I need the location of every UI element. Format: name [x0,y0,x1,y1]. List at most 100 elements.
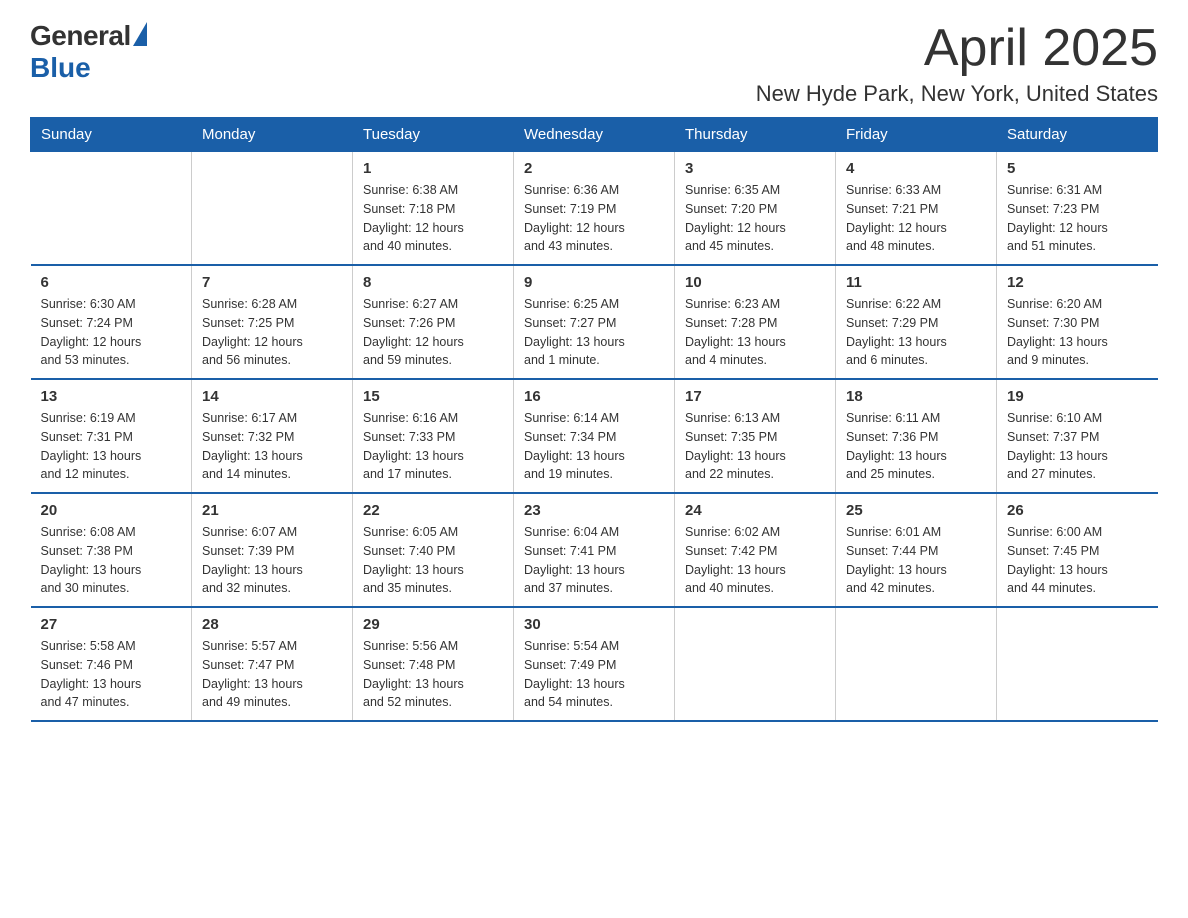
day-number: 28 [202,616,342,633]
day-info: Sunrise: 6:25 AMSunset: 7:27 PMDaylight:… [524,295,664,370]
day-info: Sunrise: 6:10 AMSunset: 7:37 PMDaylight:… [1007,409,1148,484]
weekday-header-saturday: Saturday [997,118,1158,152]
weekday-header-sunday: Sunday [31,118,192,152]
logo-triangle-icon [133,22,147,46]
day-number: 2 [524,160,664,177]
day-info: Sunrise: 6:00 AMSunset: 7:45 PMDaylight:… [1007,523,1148,598]
day-number: 17 [685,388,825,405]
page-header: General Blue April 2025 New Hyde Park, N… [30,20,1158,107]
calendar-cell: 8 Sunrise: 6:27 AMSunset: 7:26 PMDaylight… [353,265,514,379]
calendar-cell [836,607,997,721]
day-number: 23 [524,502,664,519]
day-info: Sunrise: 6:05 AMSunset: 7:40 PMDaylight:… [363,523,503,598]
weekday-header-monday: Monday [192,118,353,152]
calendar-cell: 10 Sunrise: 6:23 AMSunset: 7:28 PMDayligh… [675,265,836,379]
day-number: 14 [202,388,342,405]
calendar-cell: 15Sunrise: 6:16 AMSunset: 7:33 PMDayligh… [353,379,514,493]
logo-blue-text: Blue [30,52,91,84]
calendar-cell: 23 Sunrise: 6:04 AMSunset: 7:41 PMDayligh… [514,493,675,607]
calendar-cell: 30 Sunrise: 5:54 AMSunset: 7:49 PMDayligh… [514,607,675,721]
day-info: Sunrise: 6:08 AMSunset: 7:38 PMDaylight:… [41,523,182,598]
day-number: 3 [685,160,825,177]
logo: General Blue [30,20,147,84]
day-info: Sunrise: 5:57 AMSunset: 7:47 PMDaylight:… [202,637,342,712]
day-info: Sunrise: 6:13 AMSunset: 7:35 PMDaylight:… [685,409,825,484]
day-number: 19 [1007,388,1148,405]
day-info: Sunrise: 6:31 AMSunset: 7:23 PMDaylight:… [1007,181,1148,256]
calendar-cell: 29Sunrise: 5:56 AMSunset: 7:48 PMDayligh… [353,607,514,721]
calendar-cell [997,607,1158,721]
calendar-cell [192,152,353,266]
day-info: Sunrise: 6:33 AMSunset: 7:21 PMDaylight:… [846,181,986,256]
calendar-cell: 9 Sunrise: 6:25 AMSunset: 7:27 PMDaylight… [514,265,675,379]
day-number: 11 [846,274,986,291]
day-number: 9 [524,274,664,291]
calendar-cell: 1 Sunrise: 6:38 AMSunset: 7:18 PMDaylight… [353,152,514,266]
day-number: 30 [524,616,664,633]
calendar-cell: 20 Sunrise: 6:08 AMSunset: 7:38 PMDayligh… [31,493,192,607]
day-info: Sunrise: 6:01 AMSunset: 7:44 PMDaylight:… [846,523,986,598]
calendar-cell: 16Sunrise: 6:14 AMSunset: 7:34 PMDayligh… [514,379,675,493]
title-area: April 2025 New Hyde Park, New York, Unit… [756,20,1158,107]
day-number: 10 [685,274,825,291]
calendar-cell: 3 Sunrise: 6:35 AMSunset: 7:20 PMDaylight… [675,152,836,266]
calendar-cell: 11 Sunrise: 6:22 AMSunset: 7:29 PMDayligh… [836,265,997,379]
calendar-cell: 5 Sunrise: 6:31 AMSunset: 7:23 PMDaylight… [997,152,1158,266]
calendar-week-row: 13 Sunrise: 6:19 AMSunset: 7:31 PMDayligh… [31,379,1158,493]
day-number: 27 [41,616,182,633]
day-number: 13 [41,388,182,405]
calendar-cell: 26Sunrise: 6:00 AMSunset: 7:45 PMDayligh… [997,493,1158,607]
day-info: Sunrise: 6:11 AMSunset: 7:36 PMDaylight:… [846,409,986,484]
day-info: Sunrise: 6:16 AMSunset: 7:33 PMDaylight:… [363,409,503,484]
day-info: Sunrise: 6:17 AMSunset: 7:32 PMDaylight:… [202,409,342,484]
day-number: 12 [1007,274,1148,291]
day-number: 7 [202,274,342,291]
day-number: 4 [846,160,986,177]
calendar-cell: 27Sunrise: 5:58 AMSunset: 7:46 PMDayligh… [31,607,192,721]
day-info: Sunrise: 6:22 AMSunset: 7:29 PMDaylight:… [846,295,986,370]
day-info: Sunrise: 6:38 AMSunset: 7:18 PMDaylight:… [363,181,503,256]
day-number: 18 [846,388,986,405]
weekday-header-friday: Friday [836,118,997,152]
calendar-cell: 14 Sunrise: 6:17 AMSunset: 7:32 PMDayligh… [192,379,353,493]
location-title: New Hyde Park, New York, United States [756,81,1158,107]
weekday-header-row: SundayMondayTuesdayWednesdayThursdayFrid… [31,118,1158,152]
calendar-cell: 7Sunrise: 6:28 AMSunset: 7:25 PMDaylight… [192,265,353,379]
day-info: Sunrise: 6:19 AMSunset: 7:31 PMDaylight:… [41,409,182,484]
day-number: 25 [846,502,986,519]
day-number: 20 [41,502,182,519]
calendar-cell: 24Sunrise: 6:02 AMSunset: 7:42 PMDayligh… [675,493,836,607]
month-title: April 2025 [756,20,1158,77]
calendar-week-row: 20 Sunrise: 6:08 AMSunset: 7:38 PMDayligh… [31,493,1158,607]
calendar-cell: 22 Sunrise: 6:05 AMSunset: 7:40 PMDayligh… [353,493,514,607]
calendar-week-row: 6Sunrise: 6:30 AMSunset: 7:24 PMDaylight… [31,265,1158,379]
logo-general-text: General [30,20,131,52]
day-number: 29 [363,616,503,633]
day-info: Sunrise: 6:36 AMSunset: 7:19 PMDaylight:… [524,181,664,256]
calendar-week-row: 27Sunrise: 5:58 AMSunset: 7:46 PMDayligh… [31,607,1158,721]
day-info: Sunrise: 6:14 AMSunset: 7:34 PMDaylight:… [524,409,664,484]
weekday-header-tuesday: Tuesday [353,118,514,152]
day-number: 1 [363,160,503,177]
calendar-cell: 17 Sunrise: 6:13 AMSunset: 7:35 PMDayligh… [675,379,836,493]
day-info: Sunrise: 5:54 AMSunset: 7:49 PMDaylight:… [524,637,664,712]
calendar-cell: 28 Sunrise: 5:57 AMSunset: 7:47 PMDayligh… [192,607,353,721]
calendar-cell: 19 Sunrise: 6:10 AMSunset: 7:37 PMDayligh… [997,379,1158,493]
calendar-cell: 6Sunrise: 6:30 AMSunset: 7:24 PMDaylight… [31,265,192,379]
calendar-table: SundayMondayTuesdayWednesdayThursdayFrid… [30,117,1158,722]
day-info: Sunrise: 6:27 AMSunset: 7:26 PMDaylight:… [363,295,503,370]
day-number: 24 [685,502,825,519]
day-number: 22 [363,502,503,519]
day-info: Sunrise: 6:35 AMSunset: 7:20 PMDaylight:… [685,181,825,256]
day-info: Sunrise: 6:04 AMSunset: 7:41 PMDaylight:… [524,523,664,598]
calendar-cell [675,607,836,721]
calendar-cell: 13 Sunrise: 6:19 AMSunset: 7:31 PMDayligh… [31,379,192,493]
day-info: Sunrise: 6:23 AMSunset: 7:28 PMDaylight:… [685,295,825,370]
calendar-cell: 12Sunrise: 6:20 AMSunset: 7:30 PMDayligh… [997,265,1158,379]
day-number: 5 [1007,160,1148,177]
calendar-cell: 18 Sunrise: 6:11 AMSunset: 7:36 PMDayligh… [836,379,997,493]
day-number: 8 [363,274,503,291]
day-info: Sunrise: 6:30 AMSunset: 7:24 PMDaylight:… [41,295,182,370]
weekday-header-thursday: Thursday [675,118,836,152]
calendar-cell [31,152,192,266]
